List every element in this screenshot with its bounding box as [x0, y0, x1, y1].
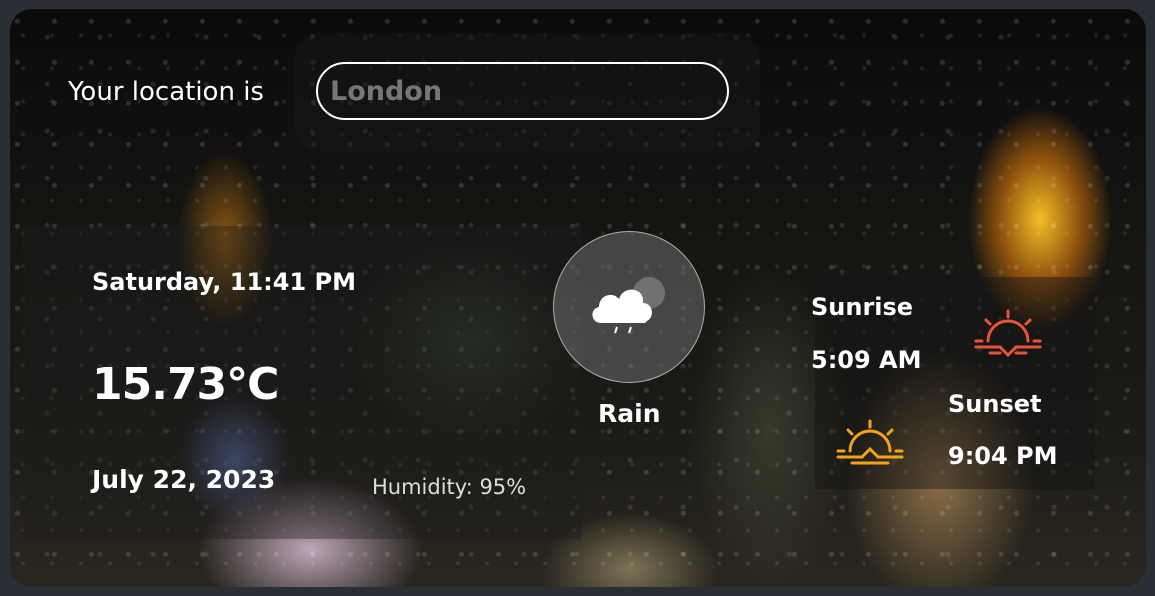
sunset-label: Sunset [948, 390, 1042, 418]
weather-card: Your location is Saturday, 11:41 PM 15.7… [10, 9, 1146, 587]
location-label: Your location is [68, 77, 264, 107]
sunrise-label: Sunrise [811, 293, 914, 321]
sunrise-icon [974, 309, 1042, 358]
location-input[interactable] [316, 62, 729, 120]
weather-icon-circle [553, 231, 705, 383]
sunrise-time: 5:09 AM [811, 346, 922, 374]
temperature: 15.73°C [92, 359, 279, 410]
cloud-rain-icon [592, 277, 665, 334]
date: July 22, 2023 [92, 465, 276, 494]
sunset-time: 9:04 PM [948, 442, 1058, 470]
day-time: Saturday, 11:41 PM [92, 268, 356, 296]
sunset-icon [836, 419, 904, 465]
weather-condition: Rain [598, 399, 661, 428]
humidity: Humidity: 95% [372, 475, 527, 499]
